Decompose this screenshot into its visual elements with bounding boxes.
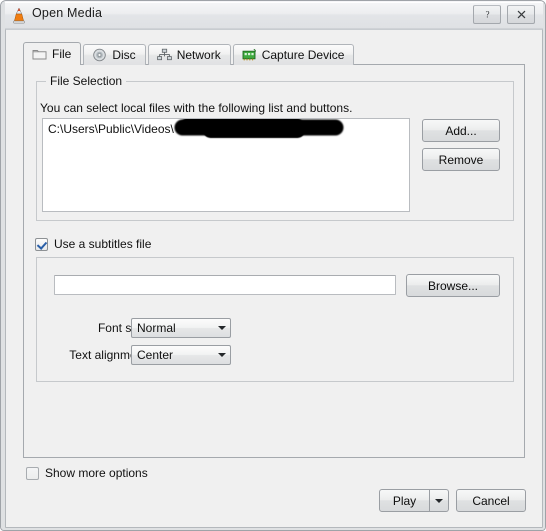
- play-split-button[interactable]: Play: [379, 489, 449, 512]
- svg-text:?: ?: [485, 9, 489, 19]
- folder-icon: [32, 47, 47, 61]
- tab-label: File: [52, 46, 72, 61]
- list-item[interactable]: C:\Users\Public\Videos\: [43, 119, 409, 137]
- checkbox-indicator[interactable]: [26, 466, 39, 480]
- open-media-dialog: Open Media ? File Disc Network Capture D…: [0, 0, 546, 531]
- add-button[interactable]: Add...: [422, 119, 500, 142]
- play-dropdown-arrow[interactable]: [430, 489, 449, 512]
- titlebar-highlight: [2, 2, 545, 3]
- checkbox-indicator[interactable]: [35, 237, 48, 251]
- show-more-options-checkbox[interactable]: Show more options: [26, 466, 148, 480]
- capture-card-icon: [242, 48, 257, 62]
- media-source-tabs: File Disc Network Capture Device: [23, 42, 356, 65]
- tab-label: Disc: [112, 48, 136, 62]
- tab-file[interactable]: File: [23, 42, 82, 65]
- use-subtitles-label: Use a subtitles file: [54, 237, 152, 251]
- show-more-options-label: Show more options: [45, 466, 148, 480]
- file-tab-panel: File Selection You can select local file…: [23, 64, 525, 458]
- text-alignment-value: Center: [137, 348, 174, 362]
- tab-label: Network: [176, 48, 221, 62]
- remove-button[interactable]: Remove: [422, 148, 500, 171]
- title-bar[interactable]: Open Media ?: [1, 1, 545, 29]
- caret-down-icon: [435, 498, 443, 503]
- close-button[interactable]: [507, 5, 535, 24]
- network-icon: [156, 48, 172, 62]
- redacted-filename-overlay: [176, 119, 342, 137]
- vlc-cone-icon: [11, 7, 27, 24]
- disc-icon: [92, 48, 107, 62]
- browse-button[interactable]: Browse...: [406, 274, 500, 297]
- text-alignment-select[interactable]: Center: [131, 345, 231, 365]
- cancel-button[interactable]: Cancel: [456, 489, 526, 512]
- question-mark-icon: ?: [485, 9, 489, 19]
- play-button[interactable]: Play: [379, 489, 430, 512]
- file-path-text: C:\Users\Public\Videos\: [48, 122, 174, 136]
- chevron-down-icon[interactable]: [213, 353, 230, 357]
- help-button[interactable]: ?: [473, 5, 501, 24]
- file-selection-group-title: File Selection: [46, 74, 127, 88]
- tab-label: Capture Device: [261, 48, 345, 62]
- tab-network[interactable]: Network: [147, 44, 231, 65]
- use-subtitles-checkbox[interactable]: Use a subtitles file: [35, 237, 151, 251]
- font-size-value: Normal: [137, 321, 176, 335]
- file-list[interactable]: C:\Users\Public\Videos\: [42, 118, 410, 212]
- tab-capture-device[interactable]: Capture Device: [232, 44, 355, 65]
- tab-disc[interactable]: Disc: [83, 44, 146, 65]
- chevron-down-icon[interactable]: [213, 326, 230, 330]
- window-title: Open Media: [32, 6, 103, 20]
- file-selection-description: You can select local files with the foll…: [40, 101, 353, 115]
- close-icon: [517, 10, 525, 19]
- font-size-select[interactable]: Normal: [131, 318, 231, 338]
- subtitle-file-input[interactable]: [54, 275, 396, 295]
